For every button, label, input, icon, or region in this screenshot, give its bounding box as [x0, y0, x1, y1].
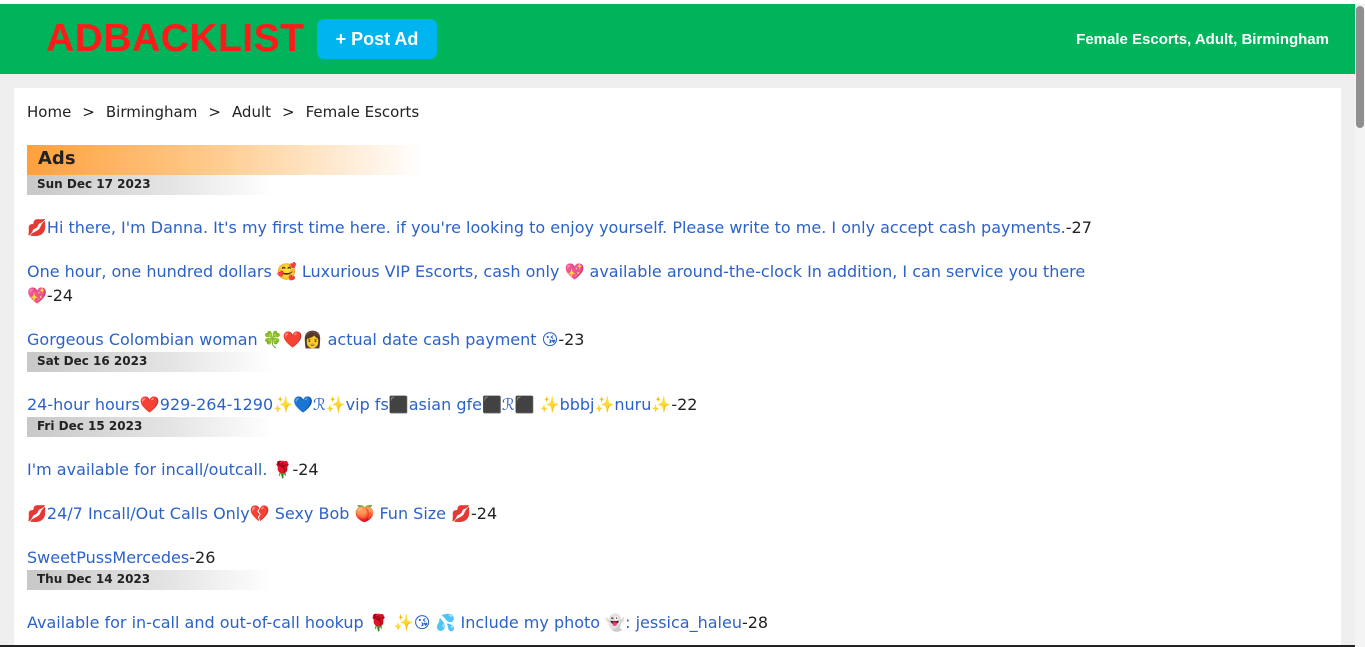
date-label: Sat Dec 16 2023	[37, 354, 148, 368]
site-logo[interactable]: ADBACKLIST	[46, 16, 304, 62]
ad-count: -24	[292, 460, 319, 479]
header-category-title: Female Escorts, Adult, Birmingham	[1076, 31, 1329, 48]
ad-count: -24	[46, 286, 74, 305]
site-header: ADBACKLIST + Post Ad Female Escorts, Adu…	[0, 4, 1355, 74]
post-ad-button[interactable]: + Post Ad	[317, 19, 437, 59]
main-content: Home > Birmingham > Adult > Female Escorts Ads…	[14, 88, 1341, 647]
ad-link[interactable]: Gorgeous Colombian woman 🍀❤️👩 actual dat…	[27, 330, 558, 349]
breadcrumb-birmingham[interactable]: Birmingham	[106, 103, 197, 121]
ad-listing: Gorgeous Colombian woman 🍀❤️👩 actual dat…	[27, 328, 1097, 352]
ad-link[interactable]: 24-hour hours❤️929-264-1290✨💙ℛ✨vip fs⬛as…	[27, 395, 671, 414]
ad-count: -28	[741, 613, 769, 632]
date-label: Fri Dec 15 2023	[37, 419, 143, 433]
ad-link[interactable]: Available for in-call and out-of-call ho…	[27, 613, 742, 632]
date-label: Sun Dec 17 2023	[37, 177, 151, 191]
breadcrumb-adult[interactable]: Adult	[232, 103, 271, 121]
breadcrumb-separator: >	[282, 103, 295, 121]
ad-link[interactable]: One hour, one hundred dollars 🥰 Luxuriou…	[27, 262, 1085, 305]
scrollbar-thumb[interactable]	[1356, 6, 1364, 128]
ads-section-header: Ads	[27, 145, 423, 175]
ad-count: -26	[189, 548, 216, 567]
ad-count: -22	[671, 395, 698, 414]
ad-listing: One hour, one hundred dollars 🥰 Luxuriou…	[27, 260, 1097, 308]
ad-link[interactable]: 💋Hi there, I'm Danna. It's my first time…	[27, 218, 1066, 237]
date-header: Sat Dec 16 2023	[27, 352, 272, 372]
breadcrumb-separator: >	[82, 103, 95, 121]
vertical-scrollbar[interactable]	[1355, 4, 1365, 647]
breadcrumb-home[interactable]: Home	[27, 103, 71, 121]
ad-listing: 24-hour hours❤️929-264-1290✨💙ℛ✨vip fs⬛as…	[27, 393, 1097, 417]
ads-section-title: Ads	[38, 148, 76, 169]
ad-listing: Available for in-call and out-of-call ho…	[27, 611, 1097, 635]
ad-link[interactable]: SweetPussMercedes	[27, 548, 189, 567]
date-header: Thu Dec 14 2023	[27, 570, 272, 590]
ad-listing: 💋24/7 Incall/Out Calls Only💔 Sexy Bob 🍑 …	[27, 502, 1097, 526]
breadcrumb-female-escorts[interactable]: Female Escorts	[306, 103, 420, 121]
breadcrumb: Home > Birmingham > Adult > Female Escorts	[27, 103, 419, 121]
ad-count: -23	[558, 330, 585, 349]
date-header: Sun Dec 17 2023	[27, 175, 272, 195]
ad-link[interactable]: I'm available for incall/outcall. 🌹	[27, 460, 292, 479]
ad-listing: 💋Hi there, I'm Danna. It's my first time…	[27, 216, 1097, 240]
ad-link[interactable]: 💋24/7 Incall/Out Calls Only💔 Sexy Bob 🍑 …	[27, 504, 471, 523]
date-label: Thu Dec 14 2023	[37, 572, 151, 586]
ad-count: -24	[471, 504, 498, 523]
ad-listing: SweetPussMercedes-26	[27, 546, 1097, 570]
ad-count: -27	[1065, 218, 1092, 237]
breadcrumb-separator: >	[208, 103, 221, 121]
date-header: Fri Dec 15 2023	[27, 417, 272, 437]
ad-listing: I'm available for incall/outcall. 🌹-24	[27, 458, 1097, 482]
